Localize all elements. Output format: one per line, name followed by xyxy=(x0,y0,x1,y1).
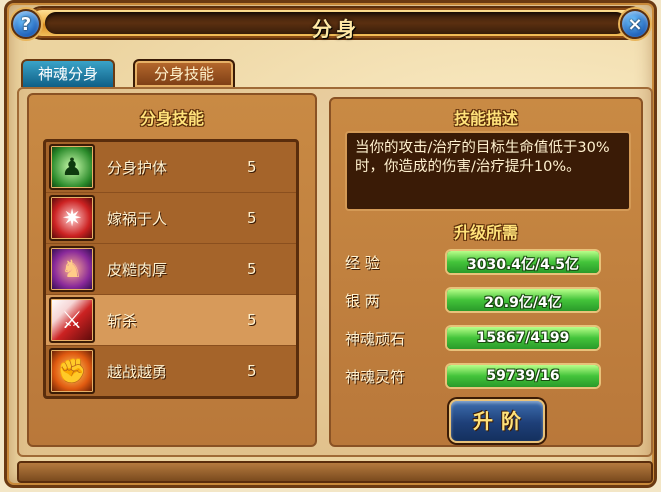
requirement-bar: 15867/4199 xyxy=(445,325,601,351)
tab-clone-skills[interactable]: 分身技能 xyxy=(133,59,235,87)
red-burst-icon: ✷ xyxy=(49,195,95,241)
requirement-row: 神魂顽石 15867/4199 xyxy=(345,323,635,353)
question-mark-icon: ? xyxy=(20,13,32,35)
skills-panel: 分身技能 ♟ 分身护体 5 ✷ 嫁祸于人 5 ♞ 皮糙肉厚 5 ⚔ 斩杀 5 ✊… xyxy=(27,93,317,447)
requirement-label: 经 验 xyxy=(345,253,380,272)
title-bar: 分身 xyxy=(25,6,647,41)
close-button[interactable]: × xyxy=(620,9,650,39)
skill-window: 分身 ? × 神魂分身 分身技能 分身技能 ♟ 分身护体 5 ✷ 嫁祸于人 5 xyxy=(4,0,657,488)
skill-level: 5 xyxy=(247,158,257,176)
requirement-row: 经 验 3030.4亿/4.5亿 xyxy=(345,247,635,277)
requirement-row: 神魂灵符 59739/16 xyxy=(345,361,635,391)
skill-level: 5 xyxy=(247,209,257,227)
requirement-bar: 59739/16 xyxy=(445,363,601,389)
requirement-value: 59739/16 xyxy=(486,368,560,384)
requirement-label: 神魂灵符 xyxy=(345,367,406,386)
meditating-figure-icon: ♟ xyxy=(49,144,95,190)
skill-name: 分身护体 xyxy=(107,158,168,177)
skill-row[interactable]: ♞ 皮糙肉厚 5 xyxy=(46,244,296,295)
skill-row[interactable]: ✷ 嫁祸于人 5 xyxy=(46,193,296,244)
close-icon: × xyxy=(627,13,643,35)
description-heading: 技能描述 xyxy=(453,109,518,128)
skill-description: 当你的攻击/治疗的目标生命值低于30%时，你造成的伤害/治疗提升10%。 xyxy=(345,131,631,211)
requirement-row: 银 两 20.9亿/4亿 xyxy=(345,285,635,315)
requirement-bar: 20.9亿/4亿 xyxy=(445,287,601,313)
skill-level: 5 xyxy=(247,260,257,278)
requirements-heading: 升级所需 xyxy=(453,223,518,242)
tab-content: 分身技能 ♟ 分身护体 5 ✷ 嫁祸于人 5 ♞ 皮糙肉厚 5 ⚔ 斩杀 5 ✊… xyxy=(17,87,653,457)
requirement-label: 神魂顽石 xyxy=(345,329,406,348)
skill-row-selected[interactable]: ⚔ 斩杀 5 xyxy=(46,295,296,346)
armored-figure-icon: ♞ xyxy=(49,246,95,292)
detail-panel: 技能描述 当你的攻击/治疗的目标生命值低于30%时，你造成的伤害/治疗提升10%… xyxy=(329,97,643,447)
skill-name: 斩杀 xyxy=(107,311,138,330)
skill-list: ♟ 分身护体 5 ✷ 嫁祸于人 5 ♞ 皮糙肉厚 5 ⚔ 斩杀 5 ✊ 越战越勇… xyxy=(43,139,299,399)
requirement-bar: 3030.4亿/4.5亿 xyxy=(445,249,601,275)
skills-heading: 分身技能 xyxy=(139,109,204,128)
skill-row[interactable]: ♟ 分身护体 5 xyxy=(46,142,296,193)
help-button[interactable]: ? xyxy=(11,9,41,39)
tab-clone-soul[interactable]: 神魂分身 xyxy=(21,59,115,87)
skill-level: 5 xyxy=(247,362,257,380)
skill-row[interactable]: ✊ 越战越勇 5 xyxy=(46,346,296,396)
requirement-label: 银 两 xyxy=(345,291,380,310)
window-title: 分身 xyxy=(312,17,360,41)
requirement-value: 15867/4199 xyxy=(476,330,570,346)
blade-slash-icon: ⚔ xyxy=(49,297,95,343)
requirement-value: 20.9亿/4亿 xyxy=(484,295,562,311)
skill-name: 嫁祸于人 xyxy=(107,209,168,228)
bottom-strip xyxy=(17,461,653,483)
skill-name: 越战越勇 xyxy=(107,362,168,381)
skill-name: 皮糙肉厚 xyxy=(107,260,168,279)
upgrade-button[interactable]: 升阶 xyxy=(449,399,545,443)
fiery-fist-icon: ✊ xyxy=(49,348,95,394)
skill-level: 5 xyxy=(247,311,257,329)
requirement-value: 3030.4亿/4.5亿 xyxy=(467,257,579,273)
